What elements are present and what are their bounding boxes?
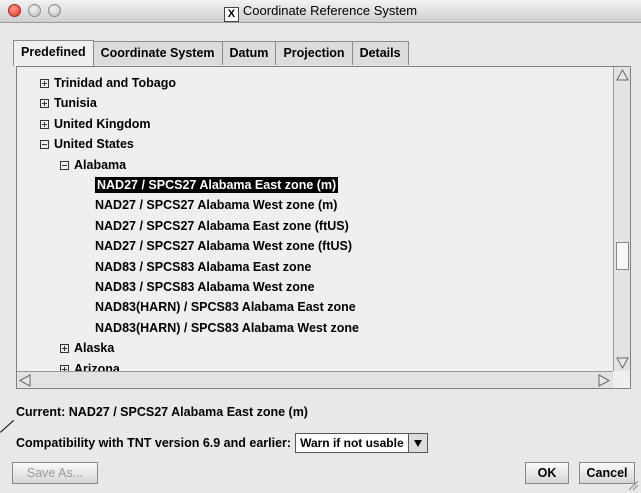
tree-item[interactable]: NAD83(HARN) / SPCS83 Alabama East zone bbox=[95, 297, 356, 317]
tree-item[interactable]: NAD27 / SPCS27 Alabama West zone (m) bbox=[95, 195, 337, 215]
annotation-pointer-line bbox=[0, 419, 15, 433]
tree-item-label: NAD83(HARN) / SPCS83 Alabama West zone bbox=[95, 320, 359, 335]
dropdown-arrow-icon[interactable] bbox=[407, 434, 427, 452]
tree-item-label: Tunisia bbox=[54, 96, 97, 111]
tab-projection[interactable]: Projection bbox=[275, 41, 353, 65]
tab-details[interactable]: Details bbox=[351, 41, 409, 65]
tree-item[interactable]: Arizona bbox=[60, 359, 120, 371]
scroll-down-arrow-icon bbox=[616, 357, 629, 370]
scroll-left-arrow-icon bbox=[18, 374, 31, 387]
x11-icon: X bbox=[223, 7, 239, 22]
tab-bar: Predefined Coordinate System Datum Proje… bbox=[13, 40, 409, 66]
tree-item-label: United States bbox=[54, 137, 134, 152]
tab-coordinate-system[interactable]: Coordinate System bbox=[92, 41, 223, 65]
tree-item-label: NAD83 / SPCS83 Alabama East zone bbox=[95, 259, 312, 274]
collapse-icon[interactable] bbox=[60, 160, 69, 170]
crs-tree-panel: Trinidad and Tobago Tunisia United Kingdom… bbox=[16, 66, 631, 389]
ok-button[interactable]: OK bbox=[525, 462, 569, 484]
vertical-scrollbar-graphics bbox=[616, 68, 629, 370]
expand-icon[interactable] bbox=[40, 79, 49, 88]
tree-item-label: NAD83(HARN) / SPCS83 Alabama East zone bbox=[95, 300, 356, 315]
vertical-scroll-thumb[interactable] bbox=[616, 242, 629, 270]
compatibility-dropdown[interactable]: Warn if not usable bbox=[295, 433, 428, 453]
tree-item[interactable]: NAD27 / SPCS27 Alabama West zone (ftUS) bbox=[95, 236, 352, 256]
window-title-wrap: X Coordinate Reference System bbox=[0, 3, 641, 22]
tree-item-label: Trinidad and Tobago bbox=[54, 76, 176, 90]
horizontal-scrollbar[interactable] bbox=[17, 371, 613, 388]
compatibility-label: Compatibility with TNT version 6.9 and e… bbox=[16, 436, 292, 450]
expand-icon[interactable] bbox=[40, 119, 49, 129]
resize-grip-icon[interactable] bbox=[628, 480, 639, 491]
tab-datum[interactable]: Datum bbox=[221, 41, 277, 65]
tree-item-label: Arizona bbox=[74, 361, 120, 371]
tree-item-label: NAD27 / SPCS27 Alabama West zone (m) bbox=[95, 198, 338, 213]
window-title: Coordinate Reference System bbox=[242, 3, 418, 18]
scroll-up-arrow-icon bbox=[616, 68, 629, 81]
tree-item[interactable]: NAD83 / SPCS83 Alabama East zone bbox=[95, 257, 311, 277]
tree-item[interactable]: Alaska bbox=[60, 338, 114, 358]
tab-predefined[interactable]: Predefined bbox=[13, 40, 94, 66]
tree-item-label: NAD83 / SPCS83 Alabama West zone bbox=[95, 280, 315, 294]
compatibility-row: Compatibility with TNT version 6.9 and e… bbox=[16, 433, 428, 453]
vertical-scrollbar[interactable] bbox=[613, 67, 630, 371]
crs-tree[interactable]: Trinidad and Tobago Tunisia United Kingdom… bbox=[17, 67, 613, 371]
tree-item[interactable]: NAD83 / SPCS83 Alabama West zone bbox=[95, 277, 315, 297]
expand-icon[interactable] bbox=[60, 344, 69, 354]
scroll-right-arrow-icon bbox=[598, 374, 611, 387]
tree-item[interactable]: Trinidad and Tobago bbox=[40, 73, 176, 93]
current-crs-label: Current: NAD27 / SPCS27 Alabama East zon… bbox=[16, 405, 308, 419]
tree-item-label: United Kingdom bbox=[54, 116, 151, 131]
tree-item[interactable]: Tunisia bbox=[40, 93, 97, 113]
tree-item[interactable]: United States bbox=[40, 134, 134, 154]
tree-item-label: NAD27 / SPCS27 Alabama East zone (m) bbox=[95, 177, 339, 193]
compatibility-dropdown-value: Warn if not usable bbox=[300, 436, 404, 450]
tree-item-label: NAD27 / SPCS27 Alabama East zone (ftUS) bbox=[95, 218, 349, 233]
tree-item-label: Alaska bbox=[74, 341, 115, 356]
tree-item[interactable]: United Kingdom bbox=[40, 114, 151, 134]
tree-item[interactable]: Alabama bbox=[60, 155, 126, 175]
expand-icon[interactable] bbox=[40, 99, 49, 109]
cancel-button[interactable]: Cancel bbox=[579, 462, 635, 484]
tree-item-label: NAD27 / SPCS27 Alabama West zone (ftUS) bbox=[95, 239, 353, 254]
tree-item[interactable]: NAD83(HARN) / SPCS83 Alabama West zone bbox=[95, 318, 359, 338]
collapse-icon[interactable] bbox=[40, 140, 49, 150]
tree-item-selected[interactable]: NAD27 / SPCS27 Alabama East zone (m) bbox=[95, 175, 339, 195]
tree-item[interactable]: NAD27 / SPCS27 Alabama East zone (ftUS) bbox=[95, 216, 349, 236]
horizontal-scrollbar-graphics bbox=[18, 374, 611, 387]
tree-item-label: Alabama bbox=[74, 157, 127, 172]
save-as-button[interactable]: Save As... bbox=[12, 462, 98, 484]
title-bar: X Coordinate Reference System bbox=[0, 0, 641, 23]
